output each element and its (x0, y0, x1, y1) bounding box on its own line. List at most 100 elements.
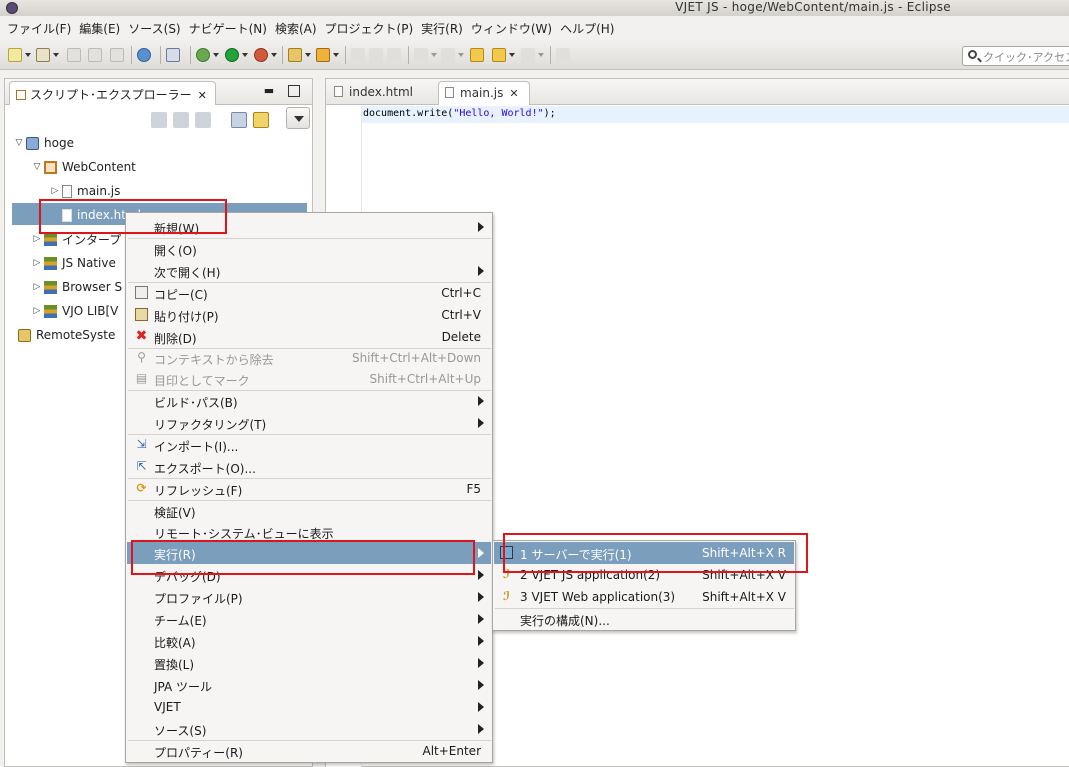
menu-source[interactable]: ソース(S) (127, 20, 187, 37)
menu-project[interactable]: プロジェクト(P) (324, 20, 421, 37)
submenu-item-run-configurations[interactable]: 実行の構成(N)... (494, 608, 794, 630)
debug-dropdown-icon[interactable] (213, 53, 219, 57)
menu-item-validate[interactable]: 検証(V) (127, 500, 491, 522)
new-folder-icon[interactable] (36, 48, 50, 62)
library-icon (44, 280, 57, 294)
next-annotation-icon[interactable] (414, 48, 428, 62)
open-folder-icon[interactable] (288, 48, 302, 62)
debug-icon[interactable] (196, 48, 210, 62)
menu-item-import[interactable]: ⇲ インポート(I)... (127, 434, 491, 456)
menu-item-mark-as-landmark[interactable]: ▤ 目印としてマーク Shift+Ctrl+Alt+Up (127, 368, 491, 390)
collapsed-twisty-icon[interactable]: ▷ (30, 282, 44, 292)
forward-dropdown-icon[interactable] (538, 53, 544, 57)
menu-item-jpa-tools[interactable]: JPA ツール (127, 674, 491, 696)
open-folder-dropdown-icon[interactable] (305, 53, 311, 57)
maximize-icon[interactable] (288, 85, 300, 97)
new-icon[interactable] (8, 48, 22, 62)
collapsed-twisty-icon[interactable]: ▷ (30, 258, 44, 268)
menu-item-open[interactable]: 開く(O) (127, 238, 491, 260)
explorer-toolbar (149, 109, 309, 131)
prev-annotation-icon[interactable] (441, 48, 455, 62)
submenu-arrow-icon (478, 222, 484, 232)
tree-item-remote-systems[interactable]: RemoteSyste (18, 324, 115, 346)
menu-item-replace[interactable]: 置換(L) (127, 652, 491, 674)
next-annotation-dropdown-icon[interactable] (431, 53, 437, 57)
tab-main-js[interactable]: main.js ✕ (438, 81, 530, 105)
collapsed-twisty-icon[interactable]: ▷ (30, 306, 44, 316)
menu-edit[interactable]: 編集(E) (78, 20, 127, 37)
js-file-icon (445, 87, 454, 98)
menu-item-vjet[interactable]: VJET (127, 696, 491, 718)
code-text: document.write( (363, 108, 454, 119)
run-icon[interactable] (225, 48, 239, 62)
pin-icon[interactable] (166, 48, 180, 62)
tree-item-vjo-lib[interactable]: ▷ VJO LIB[V (30, 300, 119, 322)
expanded-twisty-icon[interactable]: ▽ (12, 138, 26, 148)
menu-run[interactable]: 実行(R) (420, 20, 470, 37)
prev-annotation-dropdown-icon[interactable] (458, 53, 464, 57)
annotation-icon[interactable] (351, 48, 365, 62)
expanded-twisty-icon[interactable]: ▽ (30, 162, 44, 172)
up-nav-icon[interactable] (195, 112, 211, 128)
menu-item-delete[interactable]: ✖ 削除(D) Delete (127, 326, 491, 348)
menu-item-open-with[interactable]: 次で開く(H) (127, 260, 491, 282)
menu-item-profile[interactable]: プロファイル(P) (127, 586, 491, 608)
new-folder-dropdown-icon[interactable] (53, 53, 59, 57)
pin-editor-icon[interactable] (556, 48, 570, 62)
collapsed-twisty-icon[interactable]: ▷ (48, 186, 62, 196)
submenu-item-vjet-web-application[interactable]: ℐ3 VJET Web application(3) Shift+Alt+X V (494, 586, 794, 608)
print-icon[interactable] (110, 48, 124, 62)
save-icon[interactable] (67, 48, 81, 62)
tab-script-explorer[interactable]: スクリプト･エクスプローラー ✕ (9, 81, 216, 105)
menu-file[interactable]: ファイル(F) (6, 20, 78, 37)
menu-item-export[interactable]: ⇱ エクスポート(O)... (127, 456, 491, 478)
menu-item-refactoring[interactable]: リファクタリング(T) (127, 412, 491, 434)
package-icon (44, 160, 57, 174)
code-line-1[interactable]: document.write("Hello, World!"); (362, 106, 1069, 123)
collapsed-twisty-icon[interactable]: ▷ (30, 234, 44, 244)
menu-search[interactable]: 検索(A) (274, 20, 324, 37)
menu-item-paste[interactable]: 貼り付け(P) Ctrl+V (127, 304, 491, 326)
forward-nav-icon[interactable] (173, 112, 189, 128)
tree-item-js-native[interactable]: ▷ JS Native (30, 252, 116, 274)
link-with-editor-icon[interactable] (253, 112, 269, 128)
view-menu-button[interactable] (286, 107, 310, 129)
back-dropdown-icon[interactable] (509, 53, 515, 57)
tree-item-browser-sdk[interactable]: ▷ Browser S (30, 276, 123, 298)
run-dropdown-icon[interactable] (242, 53, 248, 57)
menu-item-copy[interactable]: コピー(C) Ctrl+C (127, 282, 491, 304)
external-tools-dropdown-icon[interactable] (271, 53, 277, 57)
menu-item-compare[interactable]: 比較(A) (127, 630, 491, 652)
show-whitespace-icon[interactable] (387, 48, 401, 62)
js-file-icon (62, 184, 72, 198)
back-icon[interactable] (492, 48, 506, 62)
menu-item-remove-from-context[interactable]: ⚲ コンテキストから除去 Shift+Ctrl+Alt+Down (127, 347, 491, 369)
toggle-mark-icon[interactable] (369, 48, 383, 62)
new-dropdown-icon[interactable] (25, 53, 31, 57)
tree-item-webcontent[interactable]: ▽ WebContent (30, 156, 136, 178)
pencil-dropdown-icon[interactable] (333, 53, 339, 57)
back-nav-icon[interactable] (151, 112, 167, 128)
menu-navigate[interactable]: ナビゲート(N) (188, 20, 274, 37)
tab-index-html[interactable]: index.html (328, 81, 423, 105)
menu-item-properties[interactable]: プロパティー(R) Alt+Enter (127, 740, 491, 762)
menu-item-build-path[interactable]: ビルド･パス(B) (127, 390, 491, 412)
collapse-all-icon[interactable] (231, 112, 247, 128)
menu-item-refresh[interactable]: ⟳ リフレッシュ(F) F5 (127, 478, 491, 500)
tree-item-label: JS Native (62, 256, 116, 270)
external-tools-icon[interactable] (254, 48, 268, 62)
quick-access-field[interactable]: クイック･アクセス (962, 46, 1069, 66)
pencil-icon[interactable] (316, 48, 330, 62)
last-edit-icon[interactable] (470, 48, 484, 62)
minimize-icon[interactable]: ▬ (263, 85, 275, 97)
menu-item-source[interactable]: ソース(S) (127, 718, 491, 740)
menu-window[interactable]: ウィンドウ(W) (470, 20, 559, 37)
server-icon[interactable] (137, 48, 151, 62)
forward-icon[interactable] (521, 48, 535, 62)
close-icon[interactable]: ✕ (198, 89, 207, 102)
menu-help[interactable]: ヘルプ(H) (559, 20, 621, 37)
tree-item-hoge[interactable]: ▽ hoge (12, 132, 74, 154)
close-icon[interactable]: ✕ (509, 87, 518, 100)
save-all-icon[interactable] (88, 48, 102, 62)
menu-item-team[interactable]: チーム(E) (127, 608, 491, 630)
